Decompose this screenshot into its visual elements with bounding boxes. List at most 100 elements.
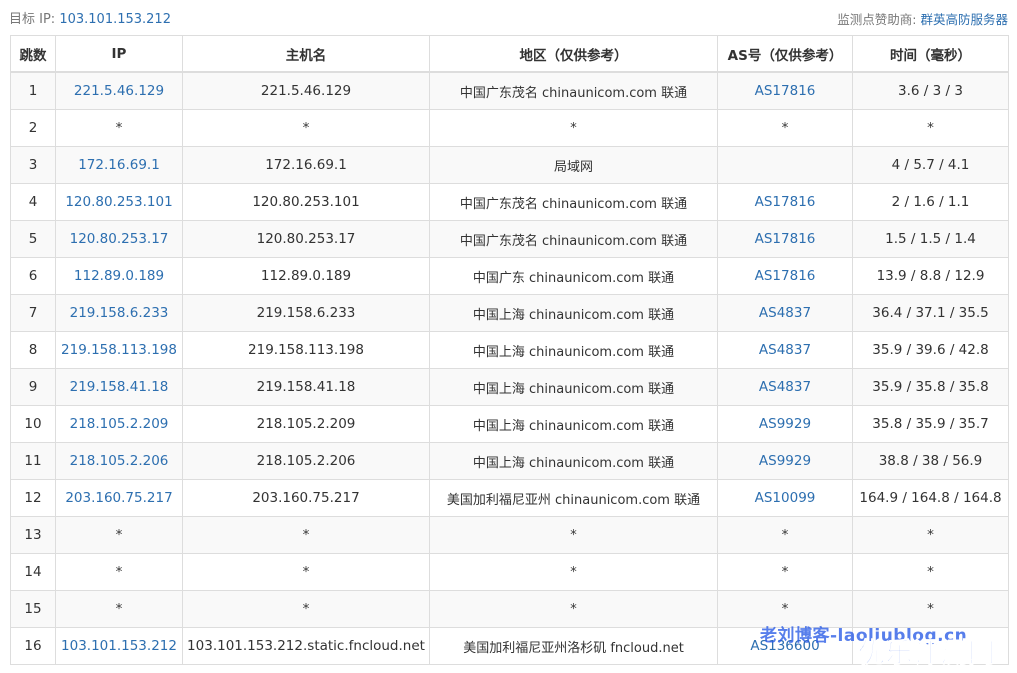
hop-cell: 1	[10, 71, 56, 110]
ip-link[interactable]: 112.89.0.189	[55, 257, 183, 295]
time-cell: 2 / 1.6 / 1.1	[852, 183, 1009, 221]
region-cell: 局域网	[429, 146, 718, 184]
time-cell: 3.6 / 3 / 3	[852, 71, 1009, 110]
region-cell: 中国广东茂名 chinaunicom.com 联通	[429, 220, 718, 258]
ip-link: *	[55, 516, 183, 554]
asn-link[interactable]: AS17816	[717, 257, 853, 295]
hostname-cell: 112.89.0.189	[182, 257, 430, 295]
hop-cell: 2	[10, 109, 56, 147]
table-row: 14 * * * * *	[10, 553, 1009, 591]
ip-link[interactable]: 221.5.46.129	[55, 71, 183, 110]
table-row: 9 219.158.41.18 219.158.41.18 中国上海 chinauni…	[10, 368, 1009, 406]
ip-link[interactable]: 172.16.69.1	[55, 146, 183, 184]
hostname-cell: 219.158.41.18	[182, 368, 430, 406]
ip-link[interactable]: 203.160.75.217	[55, 479, 183, 517]
hop-cell: 13	[10, 516, 56, 554]
time-cell: 35.8 / 35.9 / 35.7	[852, 405, 1009, 443]
table-body: 1 221.5.46.129 221.5.46.129 中国广东茂名 chinauni…	[10, 71, 1009, 665]
hostname-cell: 172.16.69.1	[182, 146, 430, 184]
ip-link[interactable]: 103.101.153.212	[55, 627, 183, 665]
sponsor-link[interactable]: 群英高防服务器	[920, 12, 1008, 27]
asn-link[interactable]: AS10099	[717, 479, 853, 517]
asn-link[interactable]: AS4837	[717, 294, 853, 332]
asn-link[interactable]: AS9929	[717, 405, 853, 443]
time-cell: 13.9 / 8.8 / 12.9	[852, 257, 1009, 295]
asn-link[interactable]: AS17816	[717, 71, 853, 110]
time-cell: 38.8 / 38 / 56.9	[852, 442, 1009, 480]
ip-link[interactable]: 219.158.6.233	[55, 294, 183, 332]
region-cell: 美国加利福尼亚州洛杉矶 fncloud.net	[429, 627, 718, 665]
region-cell: 中国上海 chinaunicom.com 联通	[429, 442, 718, 480]
hostname-cell: *	[182, 516, 430, 554]
ip-link[interactable]: 218.105.2.206	[55, 442, 183, 480]
column-header-region: 地区（仅供参考）	[429, 35, 718, 73]
traceroute-table: 跳数 IP 主机名 地区（仅供参考） AS号（仅供参考） 时间（毫秒） 1 221…	[10, 35, 1009, 665]
region-cell: *	[429, 516, 718, 554]
hop-cell: 10	[10, 405, 56, 443]
ip-link: *	[55, 109, 183, 147]
table-row: 6 112.89.0.189 112.89.0.189 中国广东 chinaunico…	[10, 257, 1009, 295]
table-row: 7 219.158.6.233 219.158.6.233 中国上海 chinauni…	[10, 294, 1009, 332]
hostname-cell: 120.80.253.101	[182, 183, 430, 221]
time-cell: 1.5 / 1.5 / 1.4	[852, 220, 1009, 258]
asn-link: *	[717, 109, 853, 147]
hop-cell: 7	[10, 294, 56, 332]
ip-link[interactable]: 120.80.253.17	[55, 220, 183, 258]
region-cell: *	[429, 109, 718, 147]
table-row: 4 120.80.253.101 120.80.253.101 中国广东茂名 chin…	[10, 183, 1009, 221]
time-cell: 35.9 / 39.6 / 42.8	[852, 331, 1009, 369]
region-cell: 中国上海 chinaunicom.com 联通	[429, 405, 718, 443]
asn-link[interactable]: AS4837	[717, 368, 853, 406]
table-row: 11 218.105.2.206 218.105.2.206 中国上海 chinaun…	[10, 442, 1009, 480]
watermark-site: 优乐评测网	[858, 638, 996, 670]
asn-link[interactable]: AS17816	[717, 220, 853, 258]
column-header-hostname: 主机名	[182, 35, 430, 73]
hostname-cell: 218.105.2.209	[182, 405, 430, 443]
table-row: 3 172.16.69.1 172.16.69.1 局域网 4 / 5.7 / 4.1	[10, 146, 1009, 184]
region-cell: 中国广东 chinaunicom.com 联通	[429, 257, 718, 295]
ip-link[interactable]: 218.105.2.209	[55, 405, 183, 443]
region-cell: 美国加利福尼亚州 chinaunicom.com 联通	[429, 479, 718, 517]
hostname-cell: 103.101.153.212.static.fncloud.net	[182, 627, 430, 665]
region-cell: 中国上海 chinaunicom.com 联通	[429, 331, 718, 369]
asn-link[interactable]: AS9929	[717, 442, 853, 480]
target-ip-label: 目标 IP:	[9, 12, 56, 27]
hostname-cell: 219.158.6.233	[182, 294, 430, 332]
table-row: 5 120.80.253.17 120.80.253.17 中国广东茂名 chinau…	[10, 220, 1009, 258]
hop-cell: 12	[10, 479, 56, 517]
hostname-cell: *	[182, 553, 430, 591]
ip-link: *	[55, 590, 183, 628]
hostname-cell: 218.105.2.206	[182, 442, 430, 480]
table-row: 2 * * * * *	[10, 109, 1009, 147]
hop-cell: 6	[10, 257, 56, 295]
hop-cell: 11	[10, 442, 56, 480]
time-cell: *	[852, 553, 1009, 591]
table-row: 8 219.158.113.198 219.158.113.198 中国上海 chin…	[10, 331, 1009, 369]
sponsor-label: 监测点赞助商:	[837, 12, 917, 27]
table-row: 1 221.5.46.129 221.5.46.129 中国广东茂名 chinauni…	[10, 71, 1009, 110]
asn-link	[717, 146, 853, 184]
region-cell: 中国广东茂名 chinaunicom.com 联通	[429, 183, 718, 221]
region-cell: 中国上海 chinaunicom.com 联通	[429, 368, 718, 406]
hop-cell: 16	[10, 627, 56, 665]
target-ip-value: 103.101.153.212	[59, 12, 171, 27]
sponsor-info: 监测点赞助商: 群英高防服务器	[837, 9, 1008, 28]
hop-cell: 8	[10, 331, 56, 369]
asn-link[interactable]: AS17816	[717, 183, 853, 221]
hop-cell: 9	[10, 368, 56, 406]
time-cell: 164.9 / 164.8 / 164.8	[852, 479, 1009, 517]
asn-link[interactable]: AS4837	[717, 331, 853, 369]
column-header-hop: 跳数	[10, 35, 56, 73]
ip-link[interactable]: 219.158.41.18	[55, 368, 183, 406]
table-row: 10 218.105.2.209 218.105.2.209 中国上海 chinaun…	[10, 405, 1009, 443]
hostname-cell: 221.5.46.129	[182, 71, 430, 110]
time-cell: *	[852, 516, 1009, 554]
table-header-row: 跳数 IP 主机名 地区（仅供参考） AS号（仅供参考） 时间（毫秒）	[10, 35, 1009, 73]
hostname-cell: *	[182, 590, 430, 628]
ip-link[interactable]: 120.80.253.101	[55, 183, 183, 221]
hop-cell: 15	[10, 590, 56, 628]
hop-cell: 5	[10, 220, 56, 258]
ip-link[interactable]: 219.158.113.198	[55, 331, 183, 369]
table-row: 13 * * * * *	[10, 516, 1009, 554]
table-row: 12 203.160.75.217 203.160.75.217 美国加利福尼亚州 c…	[10, 479, 1009, 517]
